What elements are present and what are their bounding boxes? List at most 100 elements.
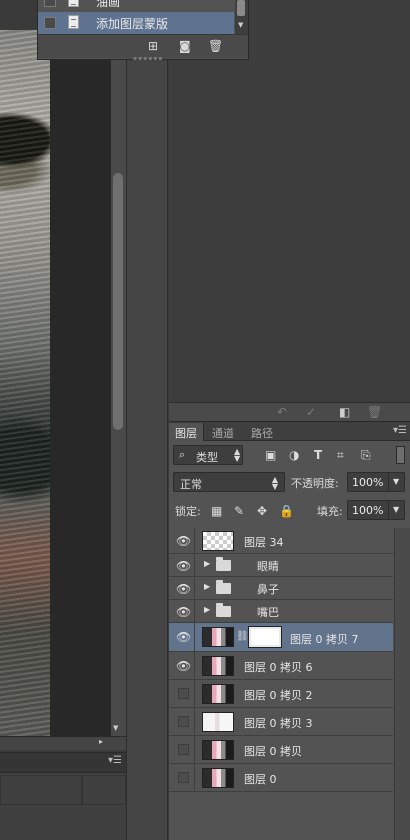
layer-row[interactable]: 图层 0 拷贝 [169, 736, 393, 764]
blend-mode-select[interactable]: 正常 ▲ ▼ [173, 472, 285, 492]
link-mask-icon[interactable]: ⛓ [236, 631, 249, 642]
layer-row[interactable]: 图层 0 拷贝 2 [169, 680, 393, 708]
lock-transparent-pixels-icon[interactable]: ▦ [211, 504, 222, 518]
layer-row[interactable]: 图层 0 [169, 764, 393, 792]
filter-toggle-switch[interactable] [396, 446, 405, 464]
lock-image-pixels-icon[interactable]: ✎ [234, 504, 244, 518]
layer-name[interactable]: 图层 0 拷贝 7 [290, 631, 359, 647]
camera-icon[interactable]: ◙ [179, 39, 191, 53]
resize-grip-icon[interactable]: ▪▪▪▪▪▪ [133, 55, 163, 62]
layer-name[interactable]: 图层 0 拷贝 3 [244, 715, 313, 731]
layer-row[interactable]: 图层 0 拷贝 3 [169, 708, 393, 736]
new-document-from-state-icon[interactable]: ⊞ [148, 39, 158, 53]
expand-triangle-icon[interactable]: ▶ [204, 559, 210, 568]
eye-icon[interactable]: 👁 [176, 559, 191, 573]
eye-icon[interactable]: 👁 [176, 605, 191, 619]
trash-icon[interactable]: 🗑 [208, 39, 223, 53]
visibility-toggle[interactable]: 👁 [169, 623, 195, 652]
new-icon[interactable]: ◧ [339, 405, 350, 419]
layer-thumbnail [202, 656, 234, 676]
type-filter-icon[interactable]: T [314, 448, 322, 462]
layer-thumbnail [202, 684, 234, 704]
chevron-down-icon[interactable]: ▼ [388, 473, 404, 491]
visibility-toggle[interactable]: 👁 [169, 554, 195, 577]
hidden-visibility-box[interactable] [178, 744, 189, 755]
layer-name[interactable]: 图层 0 拷贝 6 [244, 659, 313, 675]
trash-icon[interactable]: 🗑 [367, 405, 382, 419]
chevron-down-icon[interactable]: ▼ [388, 501, 404, 519]
layer-row-selected[interactable]: 👁 ⛓ 图层 0 拷贝 7 [169, 623, 393, 652]
layer-list: 👁 图层 34 👁 ▶ 眼睛 👁 ▶ 鼻子 👁 ▶ 嘴巴 👁 ⛓ 图层 0 拷贝… [169, 528, 393, 840]
canvas-scroll-thumb[interactable] [113, 173, 123, 430]
visibility-toggle[interactable]: 👁 [169, 577, 195, 600]
visibility-toggle[interactable]: 👁 [169, 600, 195, 623]
panel-cell [82, 775, 126, 805]
opacity-value: 100% [352, 476, 384, 489]
scroll-down-arrow-icon[interactable]: ▼ [238, 21, 243, 29]
eye-icon[interactable]: 👁 [176, 659, 191, 673]
document-state-icon [68, 0, 79, 7]
layer-name[interactable]: 图层 0 拷贝 [244, 743, 302, 759]
shape-filter-icon[interactable]: ⌗ [337, 448, 344, 463]
visibility-toggle[interactable] [169, 736, 195, 764]
hidden-visibility-box[interactable] [178, 688, 189, 699]
tab-layers[interactable]: 图层 [169, 423, 204, 441]
layer-filter-kind-select[interactable]: ⌕ 类型 ▲ ▼ [173, 445, 243, 465]
panel-menu-icon[interactable]: ▾☰ [108, 755, 122, 766]
history-brush-source-checkbox[interactable] [44, 0, 56, 7]
smart-object-filter-icon[interactable]: ⎘ [361, 448, 371, 463]
panel-menu-icon[interactable]: ▾☰ [393, 425, 407, 436]
visibility-toggle[interactable]: 👁 [169, 652, 195, 680]
eye-icon[interactable]: 👁 [176, 534, 191, 548]
undo-icon[interactable]: ↶ [277, 405, 287, 419]
hidden-visibility-box[interactable] [178, 716, 189, 727]
upper-panel-footer: ↶ ✓ ◧ 🗑 [169, 402, 410, 422]
layer-name[interactable]: 嘴巴 [257, 604, 279, 620]
layer-list-scrollbar[interactable] [394, 528, 410, 840]
expand-triangle-icon[interactable]: ▶ [204, 605, 210, 614]
scroll-down-arrow-icon[interactable]: ▼ [113, 724, 118, 732]
folder-icon [216, 603, 231, 617]
layer-group-row[interactable]: 👁 ▶ 眼睛 [169, 554, 393, 577]
scroll-right-arrow-icon[interactable]: ▸ [99, 737, 103, 746]
opacity-field[interactable]: 100% ▼ [347, 472, 405, 492]
visibility-toggle[interactable] [169, 680, 195, 708]
layer-mask-thumbnail[interactable] [248, 626, 282, 648]
layer-name[interactable]: 图层 34 [244, 534, 284, 550]
expand-triangle-icon[interactable]: ▶ [204, 582, 210, 591]
eye-icon[interactable]: 👁 [176, 582, 191, 596]
visibility-toggle[interactable] [169, 708, 195, 736]
hidden-visibility-box[interactable] [178, 772, 189, 783]
history-state[interactable]: 油画 [38, 0, 234, 12]
history-scroll-thumb[interactable] [237, 0, 245, 16]
history-state-selected[interactable]: 添加图层蒙版 [38, 12, 234, 34]
history-brush-source-checkbox[interactable] [44, 17, 56, 29]
visibility-toggle[interactable] [169, 764, 195, 792]
image-filter-icon[interactable]: ▣ [265, 448, 276, 462]
history-scrollbar[interactable]: ▼ [235, 0, 248, 34]
check-icon[interactable]: ✓ [306, 405, 316, 419]
folder-icon [216, 580, 231, 594]
layer-name[interactable]: 眼睛 [257, 558, 279, 574]
layer-name[interactable]: 鼻子 [257, 581, 279, 597]
filter-kind-label: 类型 [196, 451, 218, 464]
layer-group-row[interactable]: 👁 ▶ 鼻子 [169, 577, 393, 600]
tab-paths[interactable]: 路径 [245, 423, 279, 441]
layer-name[interactable]: 图层 0 拷贝 2 [244, 687, 313, 703]
layer-group-row[interactable]: 👁 ▶ 嘴巴 [169, 600, 393, 623]
layer-name[interactable]: 图层 0 [244, 771, 277, 787]
layer-row[interactable]: 👁 图层 0 拷贝 6 [169, 652, 393, 680]
canvas-horizontal-scrollbar[interactable] [0, 736, 126, 750]
eye-icon[interactable]: 👁 [176, 630, 191, 644]
fill-label: 填充: [317, 505, 343, 518]
history-footer: ⊞ ◙ 🗑 ▪▪▪▪▪▪ [38, 34, 248, 62]
fill-field[interactable]: 100% ▼ [347, 500, 405, 520]
document-canvas[interactable] [0, 30, 50, 736]
lock-all-icon[interactable]: 🔒 [279, 504, 294, 518]
visibility-toggle[interactable]: 👁 [169, 528, 195, 554]
folder-icon [216, 557, 231, 571]
adjustment-filter-icon[interactable]: ◑ [289, 448, 299, 462]
lock-position-icon[interactable]: ✥ [257, 504, 267, 518]
tab-channels[interactable]: 通道 [206, 423, 240, 441]
layer-row[interactable]: 👁 图层 34 [169, 528, 393, 554]
